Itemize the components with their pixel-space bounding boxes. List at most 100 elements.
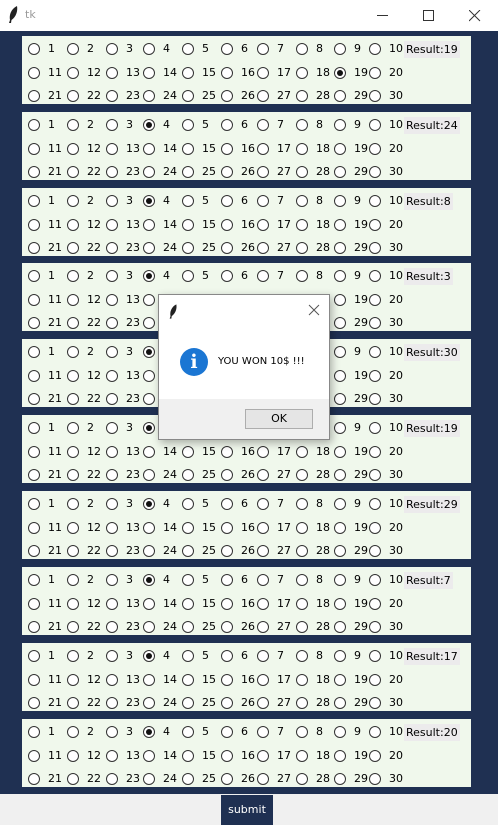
radio-label: 8 bbox=[316, 573, 323, 586]
radio-circle bbox=[221, 598, 233, 610]
radio-circle bbox=[182, 469, 194, 481]
radio-label: 17 bbox=[277, 521, 291, 534]
radio-label: 15 bbox=[202, 142, 216, 155]
radio-label: 23 bbox=[126, 620, 140, 633]
radio-circle bbox=[67, 43, 79, 55]
radio-circle bbox=[334, 498, 346, 510]
radio-label: 29 bbox=[354, 89, 368, 102]
radio-label: 19 bbox=[354, 597, 368, 610]
radio-circle bbox=[106, 166, 118, 178]
radio-label: 22 bbox=[87, 241, 101, 254]
radio-circle bbox=[106, 446, 118, 458]
radio-circle bbox=[28, 598, 40, 610]
result-label: Result:29 bbox=[404, 496, 460, 513]
radio-label: 11 bbox=[48, 597, 62, 610]
radio-circle bbox=[106, 219, 118, 231]
radio-circle bbox=[67, 90, 79, 102]
radio-label: 15 bbox=[202, 521, 216, 534]
radio-circle bbox=[369, 119, 381, 131]
radio-label: 14 bbox=[163, 66, 177, 79]
radio-label: 23 bbox=[126, 468, 140, 481]
radio-label: 23 bbox=[126, 165, 140, 178]
radio-circle bbox=[28, 621, 40, 633]
submit-button[interactable]: submit bbox=[221, 795, 273, 825]
radio-circle bbox=[221, 621, 233, 633]
radio-label: 21 bbox=[48, 316, 62, 329]
radio-label: 19 bbox=[354, 142, 368, 155]
radio-label: 21 bbox=[48, 392, 62, 405]
radio-circle bbox=[257, 750, 269, 762]
radio-circle bbox=[182, 242, 194, 254]
radio-label: 28 bbox=[316, 620, 330, 633]
radio-label: 17 bbox=[277, 218, 291, 231]
radio-circle bbox=[143, 143, 155, 155]
radio-label: 30 bbox=[389, 89, 403, 102]
radio-circle bbox=[28, 446, 40, 458]
radio-label: 8 bbox=[316, 649, 323, 662]
radio-circle bbox=[334, 317, 346, 329]
radio-label: 16 bbox=[241, 673, 255, 686]
radio-circle bbox=[143, 469, 155, 481]
radio-circle bbox=[106, 773, 118, 785]
radio-label: 1 bbox=[48, 497, 55, 510]
radio-label: 10 bbox=[389, 42, 403, 55]
radio-label: 10 bbox=[389, 573, 403, 586]
radio-label: 25 bbox=[202, 696, 216, 709]
radio-label: 7 bbox=[277, 649, 284, 662]
radio-label: 26 bbox=[241, 165, 255, 178]
radio-label: 21 bbox=[48, 544, 62, 557]
maximize-button[interactable] bbox=[406, 0, 452, 31]
radio-label: 2 bbox=[87, 42, 94, 55]
radio-circle bbox=[106, 422, 118, 434]
radio-label: 18 bbox=[316, 749, 330, 762]
radio-circle bbox=[334, 773, 346, 785]
radio-label: 21 bbox=[48, 241, 62, 254]
radio-label: 14 bbox=[163, 445, 177, 458]
radio-label: 25 bbox=[202, 241, 216, 254]
radio-circle bbox=[106, 469, 118, 481]
radio-circle bbox=[182, 750, 194, 762]
radio-circle bbox=[369, 270, 381, 282]
radio-label: 13 bbox=[126, 445, 140, 458]
radio-circle bbox=[334, 270, 346, 282]
radio-label: 9 bbox=[354, 345, 361, 358]
radio-circle bbox=[143, 522, 155, 534]
radio-label: 27 bbox=[277, 241, 291, 254]
radio-label: 13 bbox=[126, 521, 140, 534]
radio-label: 12 bbox=[87, 369, 101, 382]
radio-circle bbox=[334, 598, 346, 610]
radio-circle bbox=[296, 697, 308, 709]
radio-circle bbox=[106, 545, 118, 557]
close-button[interactable] bbox=[452, 0, 498, 31]
ok-button[interactable]: OK bbox=[245, 409, 313, 429]
radio-circle bbox=[182, 270, 194, 282]
radio-circle bbox=[143, 422, 155, 434]
radio-label: 1 bbox=[48, 725, 55, 738]
radio-circle bbox=[67, 469, 79, 481]
radio-label: 22 bbox=[87, 696, 101, 709]
radio-circle bbox=[182, 545, 194, 557]
radio-label: 16 bbox=[241, 142, 255, 155]
radio-circle bbox=[182, 67, 194, 79]
radio-circle bbox=[67, 195, 79, 207]
radio-circle bbox=[296, 773, 308, 785]
radio-label: 19 bbox=[354, 293, 368, 306]
radio-circle bbox=[28, 219, 40, 231]
radio-circle bbox=[182, 697, 194, 709]
radio-label: 22 bbox=[87, 165, 101, 178]
radio-circle bbox=[106, 574, 118, 586]
radio-circle bbox=[334, 195, 346, 207]
radio-label: 4 bbox=[163, 194, 170, 207]
radio-label: 20 bbox=[389, 749, 403, 762]
radio-label: 2 bbox=[87, 269, 94, 282]
radio-circle bbox=[257, 545, 269, 557]
radio-label: 28 bbox=[316, 468, 330, 481]
dialog-close-icon[interactable] bbox=[307, 303, 321, 317]
minimize-button[interactable] bbox=[360, 0, 406, 31]
radio-label: 27 bbox=[277, 165, 291, 178]
radio-circle bbox=[221, 166, 233, 178]
radio-circle bbox=[334, 219, 346, 231]
radio-circle bbox=[143, 393, 155, 405]
radio-circle bbox=[369, 90, 381, 102]
radio-circle bbox=[221, 143, 233, 155]
